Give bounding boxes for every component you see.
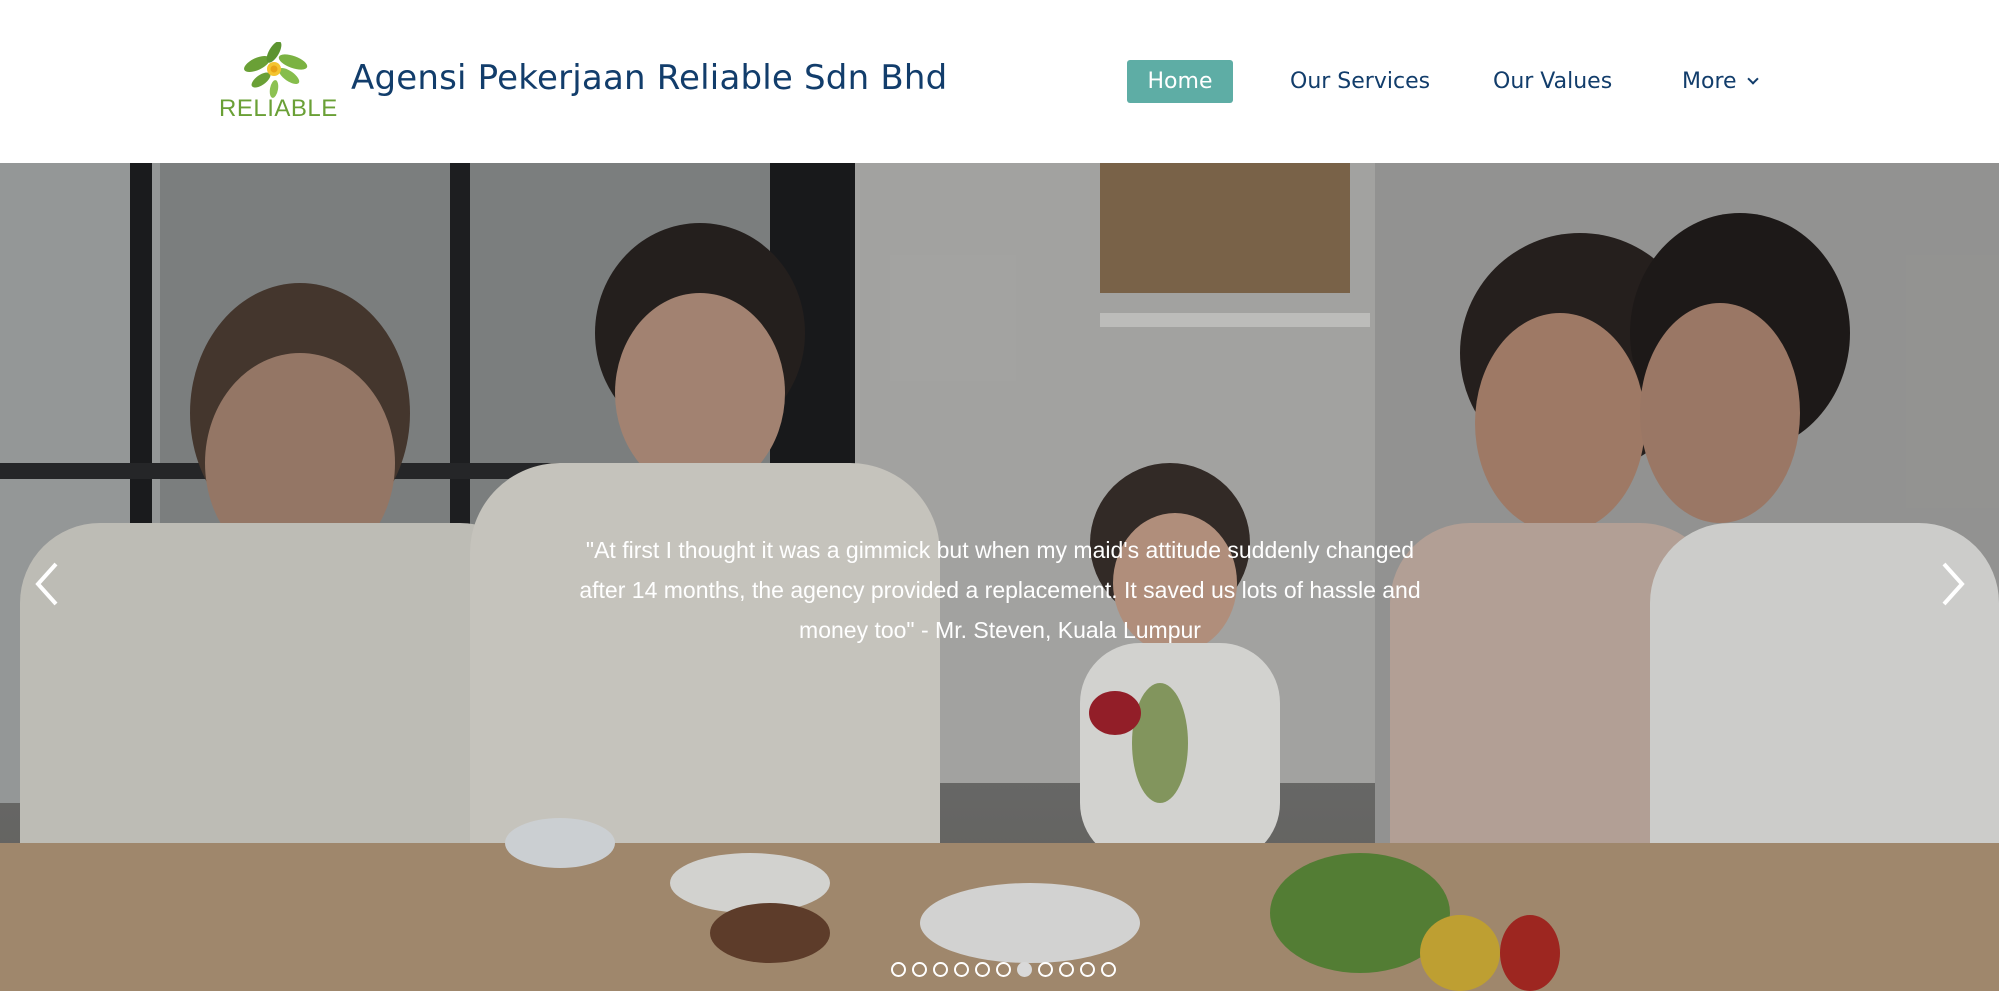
chevron-left-icon bbox=[35, 562, 58, 606]
leaf-logo-icon bbox=[244, 41, 308, 98]
nav-item-more[interactable]: More bbox=[1682, 60, 1759, 103]
site-header: RELIABLE Agensi Pekerjaan Reliable Sdn B… bbox=[0, 0, 1999, 163]
slide-dot-8[interactable] bbox=[1038, 962, 1053, 977]
slide-dot-11[interactable] bbox=[1101, 962, 1116, 977]
slide-dot-3[interactable] bbox=[933, 962, 948, 977]
nav-item-our-values[interactable]: Our Values bbox=[1493, 60, 1612, 103]
nav-item-home[interactable]: Home bbox=[1127, 60, 1233, 103]
chevron-down-icon bbox=[1746, 73, 1759, 85]
chevron-right-icon bbox=[1942, 562, 1965, 606]
testimonial-quote: "At first I thought it was a gimmick but… bbox=[579, 537, 1421, 643]
slide-dot-4[interactable] bbox=[954, 962, 969, 977]
slideshow-next-button[interactable] bbox=[1932, 556, 1972, 612]
slide-dot-7[interactable] bbox=[1017, 962, 1032, 977]
slideshow-prev-button[interactable] bbox=[28, 556, 68, 612]
hero-slideshow: "At first I thought it was a gimmick but… bbox=[0, 163, 1999, 991]
nav-more-label: More bbox=[1682, 69, 1737, 94]
slide-dot-9[interactable] bbox=[1059, 962, 1074, 977]
slide-dot-2[interactable] bbox=[912, 962, 927, 977]
logo-wordmark: RELIABLE bbox=[219, 95, 338, 122]
slide-dot-6[interactable] bbox=[996, 962, 1011, 977]
slide-dot-5[interactable] bbox=[975, 962, 990, 977]
site-logo[interactable]: RELIABLE bbox=[219, 41, 338, 122]
slide-dot-10[interactable] bbox=[1080, 962, 1095, 977]
site-title[interactable]: Agensi Pekerjaan Reliable Sdn Bhd bbox=[351, 58, 947, 98]
nav-item-our-services[interactable]: Our Services bbox=[1290, 60, 1430, 103]
slide-dot-1[interactable] bbox=[891, 962, 906, 977]
